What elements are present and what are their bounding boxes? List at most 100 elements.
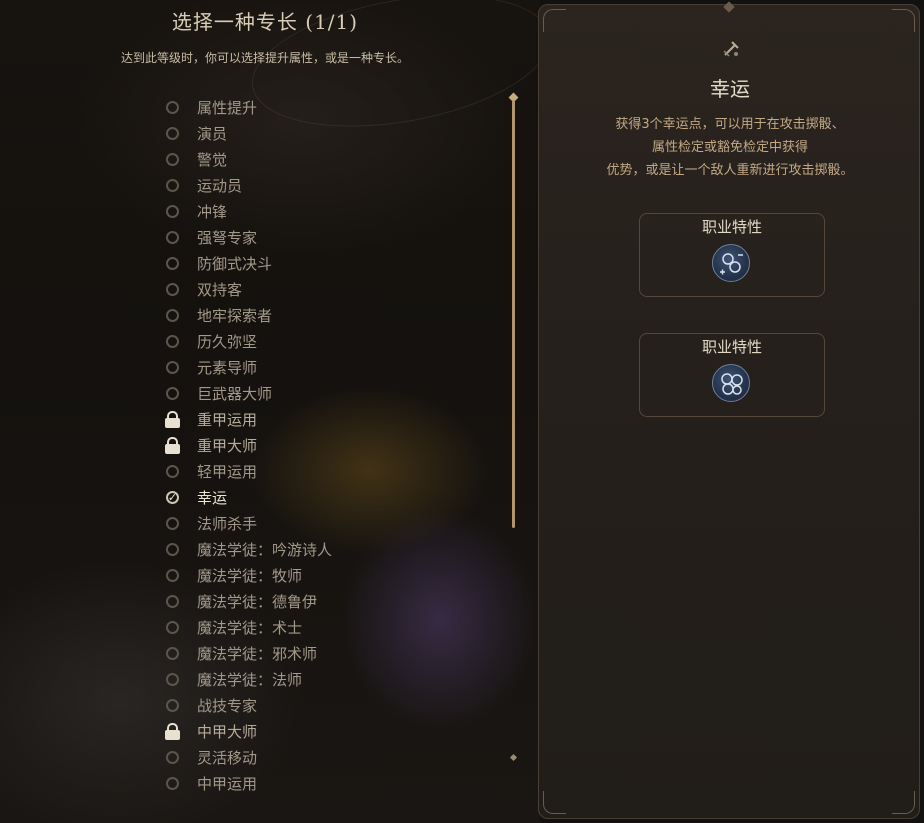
lock-icon <box>164 722 181 740</box>
radio-button[interactable] <box>166 620 179 634</box>
feat-option-label: 防御式决斗 <box>197 254 273 273</box>
feat-option[interactable]: 演员 <box>164 120 504 146</box>
feat-option[interactable]: 中甲运用 <box>164 770 504 794</box>
feat-option[interactable]: 运动员 <box>164 172 504 198</box>
feat-option[interactable]: 魔法学徒：德鲁伊 <box>164 588 504 614</box>
feat-detail-panel: 幸运 获得3个幸运点，可以用于在攻击掷骰、 属性检定或豁免检定中获得 优势，或是… <box>538 1 920 819</box>
feat-option: 重甲运用 <box>164 406 504 432</box>
feat-option-label: 重甲运用 <box>197 410 258 429</box>
feat-option-label: 幸运 <box>197 488 228 507</box>
radio-button[interactable] <box>166 204 179 218</box>
checkmark-icon[interactable]: ✓ <box>166 490 179 504</box>
dice-plus-minus-icon <box>712 244 750 282</box>
feat-option-label: 警觉 <box>197 150 228 169</box>
feat-option[interactable]: 轻甲运用 <box>164 458 504 484</box>
feat-option-label: 重甲大师 <box>197 436 258 455</box>
radio-button[interactable] <box>166 464 179 478</box>
feat-option[interactable]: 巨武器大师 <box>164 380 504 406</box>
radio-button[interactable] <box>166 334 179 348</box>
feat-option[interactable]: 魔法学徒：邪术师 <box>164 640 504 666</box>
feat-option-label: 运动员 <box>197 176 243 195</box>
feat-option-label: 冲锋 <box>197 202 228 221</box>
scrollbar-thumb[interactable] <box>512 100 515 528</box>
feat-option[interactable]: 战技专家 <box>164 692 504 718</box>
feat-option[interactable]: 属性提升 <box>164 94 504 120</box>
class-feature-card[interactable]: 职业特性 <box>639 213 825 297</box>
lock-icon <box>164 410 181 428</box>
feat-option[interactable]: 地牢探索者 <box>164 302 504 328</box>
feat-option[interactable]: 警觉 <box>164 146 504 172</box>
radio-button[interactable] <box>166 594 179 608</box>
radio-button[interactable] <box>166 282 179 296</box>
radio-button[interactable] <box>166 360 179 374</box>
feat-option[interactable]: 防御式决斗 <box>164 250 504 276</box>
radio-button[interactable] <box>166 386 179 400</box>
feat-option[interactable]: 历久弥坚 <box>164 328 504 354</box>
radio-button[interactable] <box>166 542 179 556</box>
feat-option[interactable]: 魔法学徒：牧师 <box>164 562 504 588</box>
radio-button[interactable] <box>166 178 179 192</box>
feat-option-label: 魔法学徒：德鲁伊 <box>197 592 318 611</box>
radio-button[interactable] <box>166 516 179 530</box>
frame-top-gem <box>723 1 735 13</box>
frame-corner-ornament <box>892 9 915 32</box>
feat-option-label: 元素导师 <box>197 358 258 377</box>
lock-icon <box>164 436 181 454</box>
feat-detail-title: 幸运 <box>710 77 750 101</box>
description-line: 获得3个幸运点，可以用于在攻击掷骰、 <box>615 117 845 132</box>
feat-option[interactable]: 魔法学徒：术士 <box>164 614 504 640</box>
feat-option: 重甲大师 <box>164 432 504 458</box>
radio-button[interactable] <box>166 230 179 244</box>
feat-description: 获得3个幸运点，可以用于在攻击掷骰、 属性检定或豁免检定中获得 优势，或是让一个… <box>559 113 901 182</box>
feat-option-label: 属性提升 <box>197 98 258 117</box>
radio-button[interactable] <box>166 646 179 660</box>
feat-option-label: 演员 <box>197 124 228 143</box>
feat-option-label: 战技专家 <box>197 696 258 715</box>
feat-option-label: 中甲运用 <box>197 774 258 793</box>
feat-option-label: 中甲大师 <box>197 722 258 741</box>
frame-corner-ornament <box>543 791 566 814</box>
radio-button[interactable] <box>166 672 179 686</box>
feat-option[interactable]: 灵活移动 <box>164 744 504 770</box>
radio-button[interactable] <box>166 152 179 166</box>
scroll-down-arrow-icon[interactable] <box>509 753 518 762</box>
feat-option[interactable]: 元素导师 <box>164 354 504 380</box>
class-feature-label: 职业特性 <box>701 218 762 236</box>
dagger-scales-icon <box>723 41 739 57</box>
feat-option[interactable]: 法师杀手 <box>164 510 504 536</box>
feat-option-label: 灵活移动 <box>197 748 258 767</box>
feat-option[interactable]: 强弩专家 <box>164 224 504 250</box>
radio-button[interactable] <box>166 568 179 582</box>
feat-option-label: 魔法学徒：邪术师 <box>197 644 318 663</box>
feat-option-label: 历久弥坚 <box>197 332 258 351</box>
page-subtitle: 达到此等级时，你可以选择提升属性，或是一种专长。 <box>120 51 409 65</box>
feat-option[interactable]: 双持客 <box>164 276 504 302</box>
feat-option[interactable]: 魔法学徒：法师 <box>164 666 504 692</box>
radio-button[interactable] <box>166 100 179 114</box>
feat-option-label: 法师杀手 <box>197 514 258 533</box>
feat-option-label: 巨武器大师 <box>197 384 273 403</box>
class-feature-card[interactable]: 职业特性 <box>639 333 825 417</box>
feat-option-label: 强弩专家 <box>197 228 258 247</box>
page-title: 选择一种专长 (1/1) <box>171 10 359 34</box>
feat-option-label: 轻甲运用 <box>197 462 258 481</box>
frame-corner-ornament <box>892 791 915 814</box>
feat-option[interactable]: 冲锋 <box>164 198 504 224</box>
frame-corner-ornament <box>543 9 566 32</box>
feat-option[interactable]: 魔法学徒：吟游诗人 <box>164 536 504 562</box>
class-feature-label: 职业特性 <box>701 338 762 356</box>
feat-option: 中甲大师 <box>164 718 504 744</box>
radio-button[interactable] <box>166 256 179 270</box>
radio-button[interactable] <box>166 308 179 322</box>
radio-button[interactable] <box>166 126 179 140</box>
radio-button[interactable] <box>166 750 179 764</box>
description-line: 优势，或是让一个敌人重新进行攻击掷骰。 <box>606 163 854 178</box>
feat-list: 属性提升演员警觉运动员冲锋强弩专家防御式决斗双持客地牢探索者历久弥坚元素导师巨武… <box>164 94 504 794</box>
radio-button[interactable] <box>166 698 179 712</box>
radio-button[interactable] <box>166 776 179 790</box>
feat-option[interactable]: ✓ 幸运 <box>164 484 504 510</box>
feat-option-label: 魔法学徒：吟游诗人 <box>197 540 333 559</box>
feat-option-label: 双持客 <box>197 280 243 299</box>
feat-option-label: 魔法学徒：术士 <box>197 618 303 637</box>
feat-option-label: 魔法学徒：法师 <box>197 670 303 689</box>
